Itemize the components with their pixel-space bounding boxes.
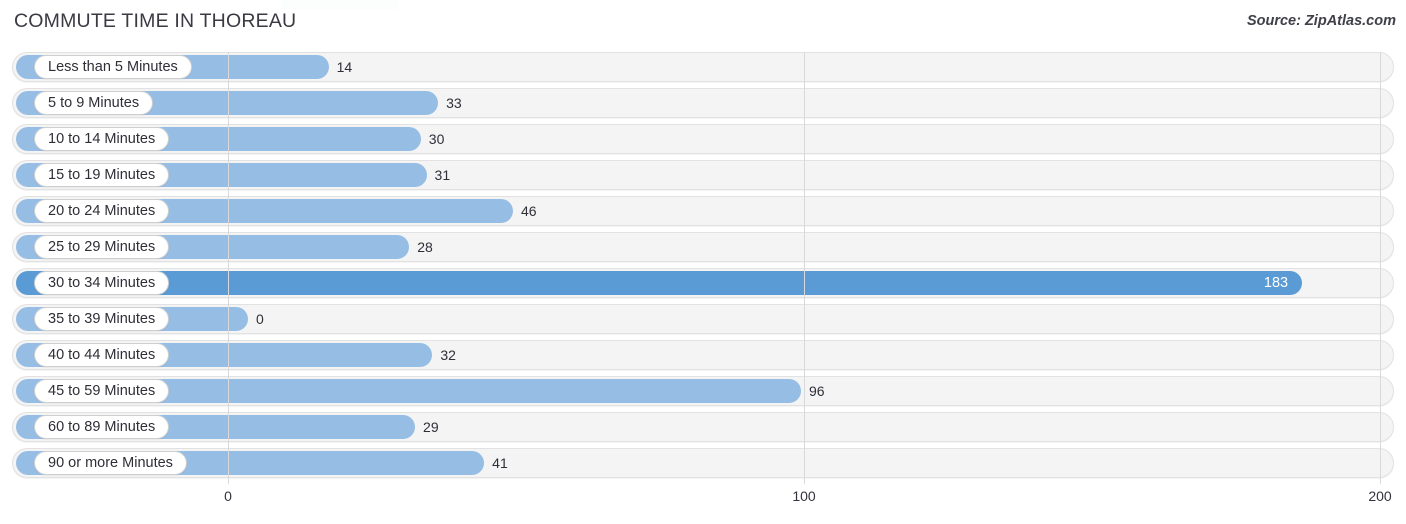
table-row[interactable]: Less than 5 Minutes 14 xyxy=(0,52,1406,82)
bar-value-label: 31 xyxy=(434,167,451,183)
table-row[interactable]: 5 to 9 Minutes 33 xyxy=(0,88,1406,118)
bar-value-label: 41 xyxy=(492,455,508,471)
category-label-pill[interactable]: 10 to 14 Minutes xyxy=(34,127,170,151)
category-label: 40 to 44 Minutes xyxy=(48,346,156,363)
bar-value-label: 0 xyxy=(256,311,264,327)
category-label: 5 to 9 Minutes xyxy=(48,94,140,111)
table-row[interactable]: 40 to 44 Minutes 32 xyxy=(0,340,1406,370)
page-title: COMMUTE TIME IN THOREAU xyxy=(14,10,297,32)
category-label-pill[interactable]: Less than 5 Minutes xyxy=(34,55,192,79)
category-label: 30 to 34 Minutes xyxy=(48,274,156,291)
table-row[interactable]: 10 to 14 Minutes 30 xyxy=(0,124,1406,154)
bar-value-label: 28 xyxy=(417,239,433,255)
table-row[interactable]: 20 to 24 Minutes 46 xyxy=(0,196,1406,226)
axis-tick-label: 200 xyxy=(1368,488,1392,504)
category-label: Less than 5 Minutes xyxy=(48,58,178,75)
category-label-pill[interactable]: 15 to 19 Minutes xyxy=(34,163,170,187)
bar-value-label: 46 xyxy=(520,203,537,219)
x-axis: 0 100 200 xyxy=(0,484,1406,524)
category-label: 60 to 89 Minutes xyxy=(48,418,156,435)
category-label-pill[interactable]: 30 to 34 Minutes xyxy=(34,271,170,295)
category-label: 45 to 59 Minutes xyxy=(48,382,156,399)
bar[interactable] xyxy=(16,271,1303,295)
table-row[interactable]: 35 to 39 Minutes 0 xyxy=(0,304,1406,334)
commute-time-bar-chart: COMMUTE TIME IN THOREAU Source: ZipAtlas… xyxy=(0,0,1406,524)
category-label-pill[interactable]: 90 or more Minutes xyxy=(34,451,187,475)
category-label-pill[interactable]: 45 to 59 Minutes xyxy=(34,379,170,403)
bar-rows: Less than 5 Minutes 14 5 to 9 Minutes 33 10 … xyxy=(0,52,1406,484)
table-row[interactable]: 15 to 19 Minutes 31 xyxy=(0,160,1406,190)
bar-value-label: 29 xyxy=(423,419,439,435)
bar-value-label: 33 xyxy=(446,95,462,111)
category-label-pill[interactable]: 60 to 89 Minutes xyxy=(34,415,170,439)
category-label: 25 to 29 Minutes xyxy=(48,238,156,255)
category-label: 10 to 14 Minutes xyxy=(48,130,156,147)
table-row[interactable]: 45 to 59 Minutes 96 xyxy=(0,376,1406,406)
category-label: 35 to 39 Minutes xyxy=(48,310,156,327)
category-label-pill[interactable]: 25 to 29 Minutes xyxy=(34,235,170,259)
category-label-pill[interactable]: 35 to 39 Minutes xyxy=(34,307,170,331)
category-label-pill[interactable]: 20 to 24 Minutes xyxy=(34,199,170,223)
bar-value-label: 96 xyxy=(808,383,825,399)
table-row[interactable]: 60 to 89 Minutes 29 xyxy=(0,412,1406,442)
category-label-pill[interactable]: 5 to 9 Minutes xyxy=(34,91,154,115)
bar-value-label: 32 xyxy=(440,347,456,363)
bar-value-label: 14 xyxy=(336,59,353,75)
table-row[interactable]: 90 or more Minutes 41 xyxy=(0,448,1406,478)
source-attribution: Source: ZipAtlas.com xyxy=(1246,13,1396,29)
top-artifact xyxy=(281,0,399,9)
category-label: 20 to 24 Minutes xyxy=(48,202,156,219)
axis-tick-label: 100 xyxy=(792,488,816,504)
category-label-pill[interactable]: 40 to 44 Minutes xyxy=(34,343,170,367)
category-label: 15 to 19 Minutes xyxy=(48,166,156,183)
table-row[interactable]: 25 to 29 Minutes 28 xyxy=(0,232,1406,262)
bar-value-label: 183 xyxy=(1263,275,1289,291)
table-row[interactable]: 30 to 34 Minutes 183 xyxy=(0,268,1406,298)
axis-tick-label: 0 xyxy=(224,488,232,504)
plot-area: Less than 5 Minutes 14 5 to 9 Minutes 33 10 … xyxy=(0,52,1406,484)
bar-value-label: 30 xyxy=(428,131,445,147)
category-label: 90 or more Minutes xyxy=(48,454,173,471)
